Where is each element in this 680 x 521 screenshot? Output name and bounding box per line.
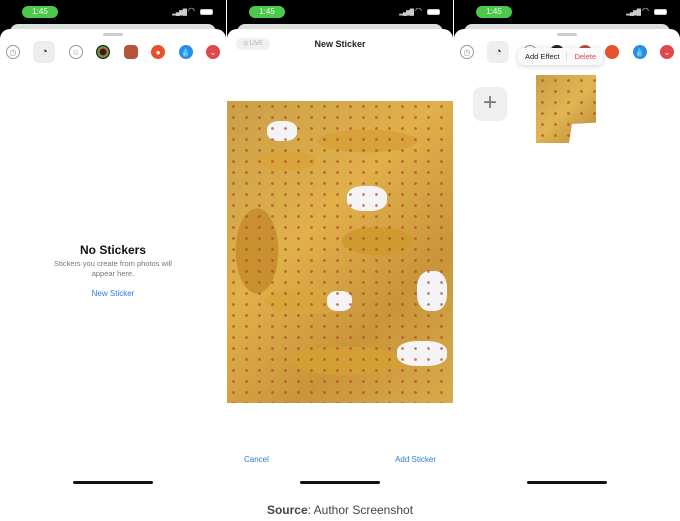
status-bar: 1:45 ▂▄▆█ ◠ [454, 0, 680, 26]
sticker-photo [227, 101, 453, 403]
empty-subtitle: Stickers you create from photos will app… [54, 259, 172, 278]
memoji-icon[interactable] [123, 45, 138, 59]
battery-icon [200, 9, 213, 15]
new-sticker-link[interactable]: New Sticker [0, 289, 226, 298]
battery-icon [427, 9, 440, 15]
cancel-button[interactable]: Cancel [244, 455, 269, 464]
app-strip: ◷ ◔ ☺ ● 💧 ⌄ [6, 41, 220, 63]
empty-title: No Stickers [79, 243, 147, 257]
grabber[interactable] [103, 33, 123, 36]
signal-icon: ▂▄▆█ [172, 10, 187, 16]
sticker-icon[interactable]: ◔ [487, 41, 510, 63]
delete-menu-item[interactable]: Delete [567, 52, 603, 61]
add-sticker-button[interactable]: Add Sticker [395, 455, 436, 464]
context-menu: Add Effect Delete [518, 48, 604, 65]
activity-icon[interactable] [96, 45, 111, 59]
add-effect-menu-item[interactable]: Add Effect [518, 52, 568, 61]
screen-empty-stickers: 1:45 ▂▄▆█ ◠ ◷ ◔ ☺ ● 💧 ⌄ No Stickers Stic… [0, 0, 226, 490]
caption: Source: Author Screenshot [0, 503, 680, 517]
screen-sticker-menu: 1:45 ▂▄▆█ ◠ ◷ ◔ 💧 ⌄ + Add Effect Delete [454, 0, 680, 490]
sheet-title: New Sticker [314, 39, 366, 49]
signal-icon: ▂▄▆█ [399, 10, 414, 16]
water-icon[interactable]: 💧 [632, 45, 647, 59]
reddit-icon[interactable] [605, 45, 620, 59]
status-bar: 1:45 ▂▄▆█ ◠ [227, 0, 453, 26]
battery-icon [654, 9, 667, 15]
wifi-icon: ◠ [188, 6, 195, 15]
emoji-icon[interactable]: ☺ [68, 45, 83, 59]
home-indicator [300, 481, 380, 484]
caption-text: : Author Screenshot [307, 503, 414, 517]
sticker-drawer: ◷ ◔ 💧 ⌄ + Add Effect Delete [454, 29, 680, 490]
add-sticker-button[interactable]: + [473, 87, 507, 121]
wifi-icon: ◠ [642, 6, 649, 15]
clock-icon[interactable]: ◷ [6, 45, 20, 59]
home-indicator [73, 481, 153, 484]
water-icon[interactable]: 💧 [178, 45, 193, 59]
wifi-icon: ◠ [415, 6, 422, 15]
home-indicator [527, 481, 607, 484]
clock-icon[interactable]: ◷ [460, 45, 474, 59]
status-bar: 1:45 ▂▄▆█ ◠ [0, 0, 226, 26]
time-pill: 1:45 [249, 6, 285, 18]
grabber[interactable] [557, 33, 577, 36]
sticker-thumbnail[interactable] [536, 75, 596, 143]
caption-source: Source [266, 503, 308, 517]
time-pill: 1:45 [22, 6, 58, 18]
new-sticker-sheet: ◎ LIVE New Sticker Cancel Add Sticker [227, 29, 453, 490]
pocket-icon[interactable]: ⌄ [659, 45, 674, 59]
pocket-icon[interactable]: ⌄ [205, 45, 220, 59]
sticker-drawer: ◷ ◔ ☺ ● 💧 ⌄ No Stickers Stickers you cre… [0, 29, 226, 490]
reddit-icon[interactable]: ● [151, 45, 166, 59]
sticker-icon[interactable]: ◔ [33, 41, 56, 63]
time-pill: 1:45 [476, 6, 512, 18]
signal-icon: ▂▄▆█ [626, 10, 641, 16]
screen-new-sticker: 1:45 ▂▄▆█ ◠ ◎ LIVE New Sticker Cancel Ad… [227, 0, 453, 490]
